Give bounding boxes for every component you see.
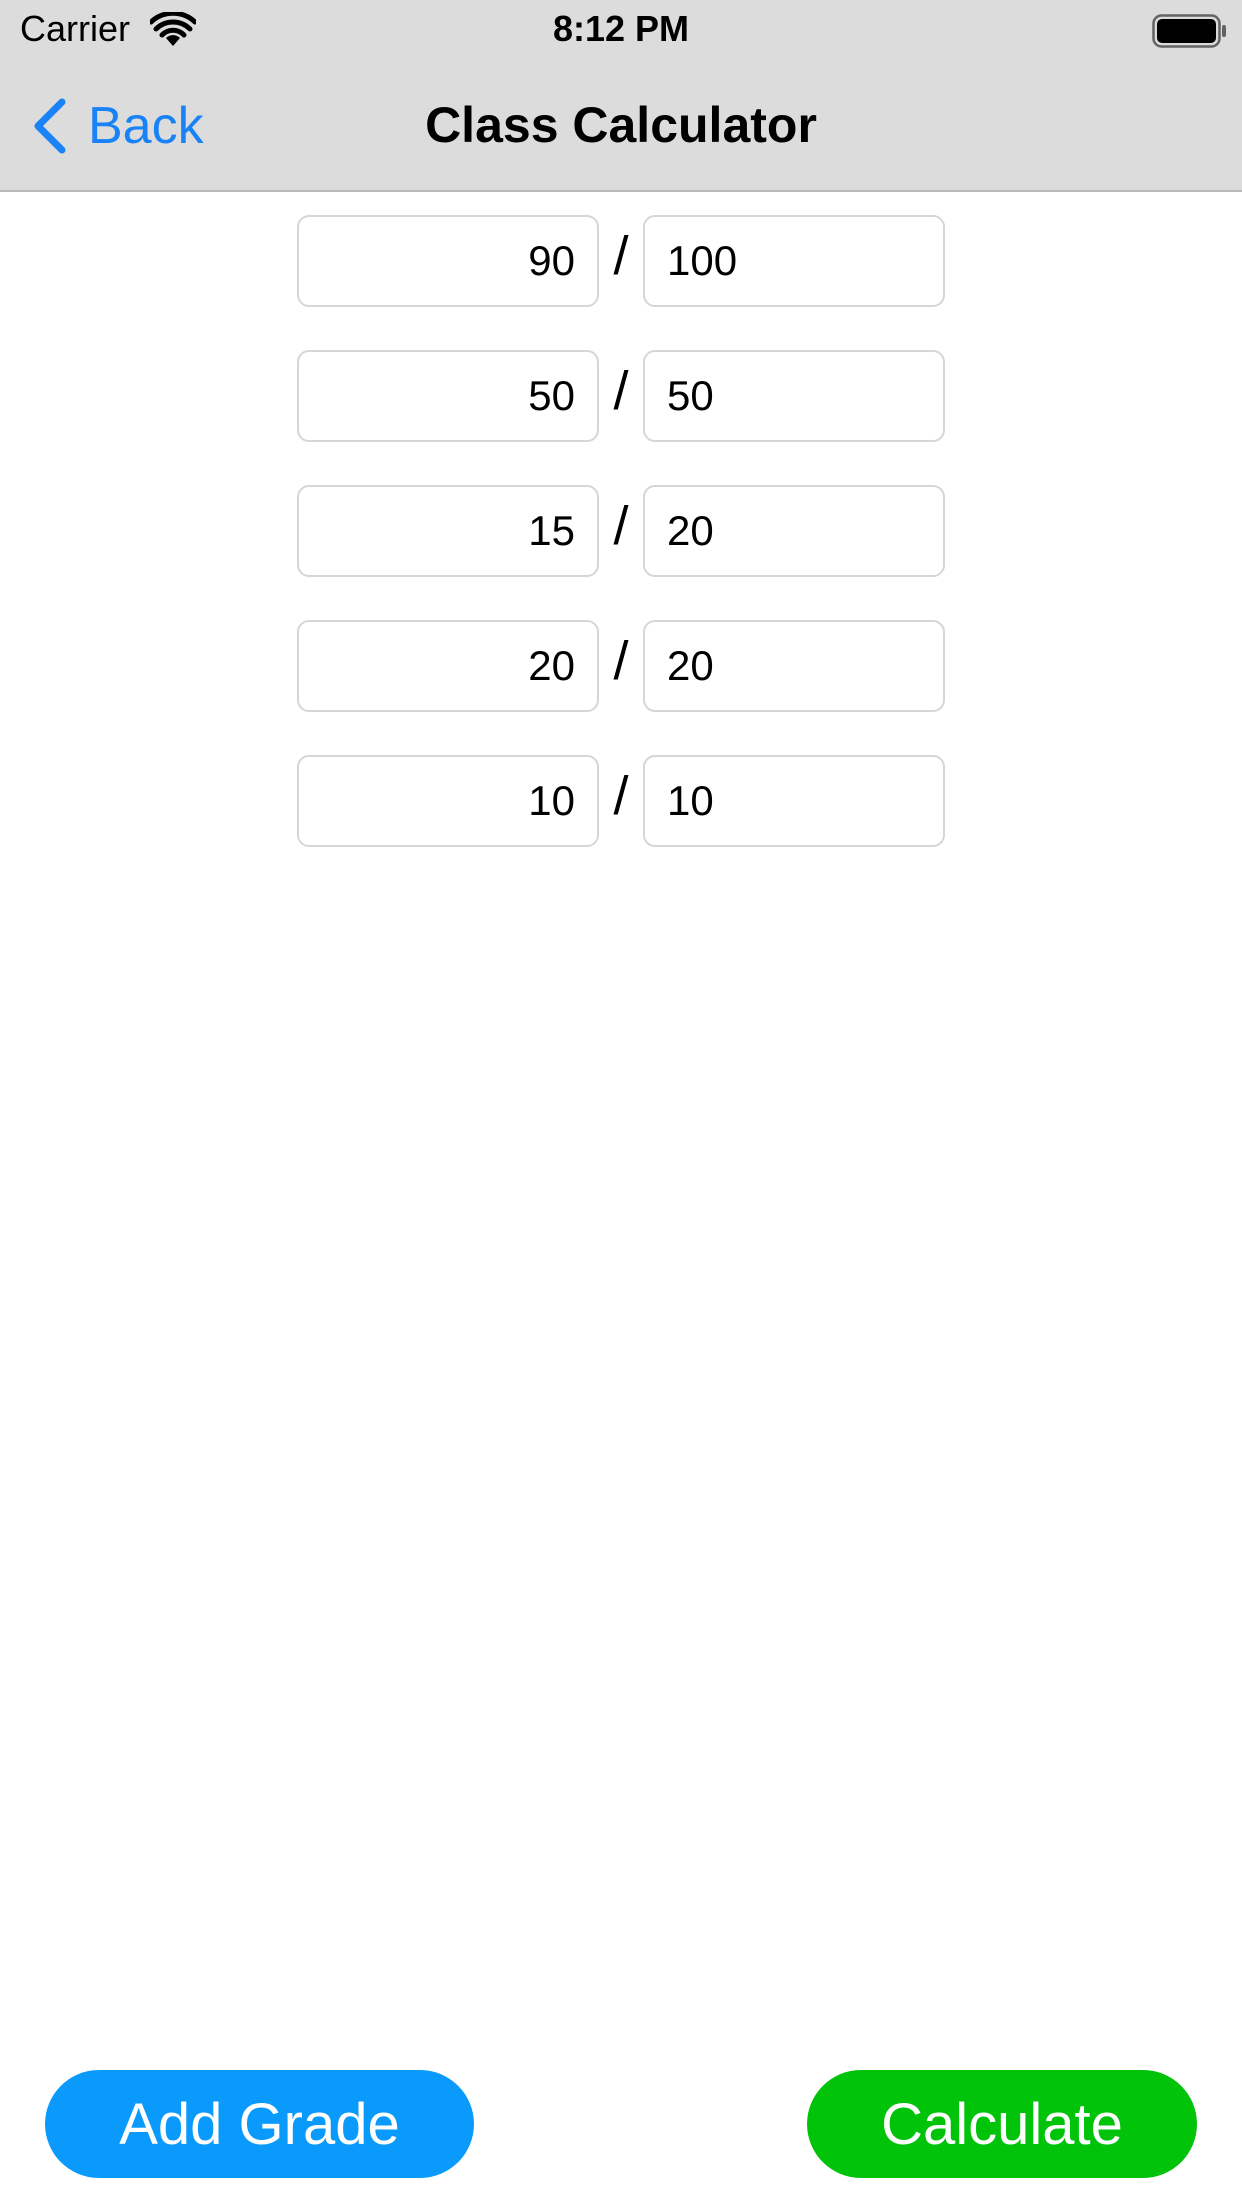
- possible-points-field[interactable]: [643, 485, 945, 577]
- grade-row: /: [297, 215, 945, 307]
- grade-row: /: [297, 350, 945, 442]
- grade-row: /: [297, 620, 945, 712]
- status-bar: Carrier 8:12 PM: [0, 0, 1242, 60]
- class-calculator-screen: Carrier 8:12 PM Back Class Calculator 90…: [0, 0, 1242, 2208]
- page-title: Class Calculator: [425, 97, 817, 153]
- earned-points-field[interactable]: [297, 755, 599, 847]
- battery-icon: [1152, 14, 1226, 48]
- possible-points-field[interactable]: [643, 215, 945, 307]
- earned-points-field[interactable]: [297, 215, 599, 307]
- fraction-separator: /: [613, 631, 629, 691]
- fraction-separator: /: [613, 361, 629, 421]
- status-time: 8:12 PM: [552, 8, 690, 49]
- calculate-button[interactable]: Calculate: [807, 2070, 1197, 2178]
- top-bar: Carrier 8:12 PM Back Class Calculator: [0, 0, 1242, 192]
- earned-points-field[interactable]: [297, 350, 599, 442]
- grade-row: /: [297, 755, 945, 847]
- possible-points-field[interactable]: [643, 350, 945, 442]
- navigation-bar: Back Class Calculator: [0, 60, 1242, 192]
- add-grade-button[interactable]: Add Grade: [45, 2070, 474, 2178]
- grade-row: /: [297, 485, 945, 577]
- earned-points-field[interactable]: [297, 485, 599, 577]
- earned-points-field[interactable]: [297, 620, 599, 712]
- fraction-separator: /: [613, 766, 629, 826]
- fraction-separator: /: [613, 496, 629, 556]
- possible-points-field[interactable]: [643, 620, 945, 712]
- fraction-separator: /: [613, 226, 629, 286]
- possible-points-field[interactable]: [643, 755, 945, 847]
